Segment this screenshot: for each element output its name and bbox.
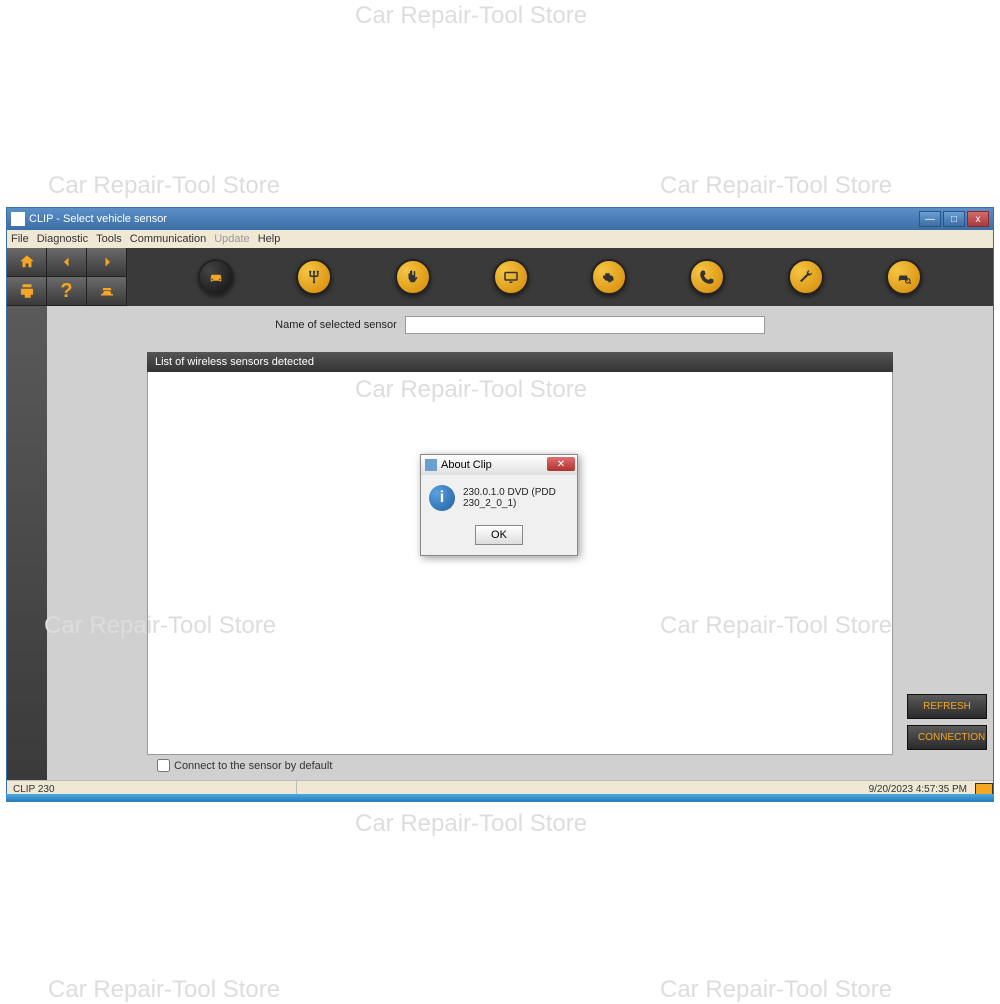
dialog-message: 230.0.1.0 DVD (PDD 230_2_0_1)	[463, 485, 569, 509]
nav-wrench-button[interactable]	[788, 259, 824, 295]
dialog-close-button[interactable]: ✕	[547, 457, 575, 471]
watermark: Car Repair-Tool Store	[355, 810, 587, 838]
engine-icon	[600, 268, 618, 286]
connection-button[interactable]: CONNECTION	[907, 725, 987, 750]
menu-update: Update	[214, 233, 249, 245]
windows-taskbar	[6, 794, 994, 802]
back-button[interactable]	[47, 248, 87, 277]
connect-default-label: Connect to the sensor by default	[174, 760, 332, 772]
menu-file[interactable]: File	[11, 233, 29, 245]
sensor-name-input[interactable]	[405, 316, 765, 334]
dialog-ok-button[interactable]: OK	[475, 525, 523, 545]
nav-vehicle-button[interactable]	[198, 259, 234, 295]
menu-diagnostic[interactable]: Diagnostic	[37, 233, 88, 245]
home-icon	[18, 253, 36, 271]
menubar: File Diagnostic Tools Communication Upda…	[7, 230, 993, 248]
help-button[interactable]: ?	[47, 277, 87, 306]
close-button[interactable]: x	[967, 211, 989, 227]
nav-engine-button[interactable]	[591, 259, 627, 295]
titlebar: CLIP - Select vehicle sensor — □ x	[7, 208, 993, 230]
watermark: Car Repair-Tool Store	[48, 172, 280, 200]
toolbar: ?	[7, 248, 993, 306]
about-dialog: About Clip ✕ i 230.0.1.0 DVD (PDD 230_2_…	[420, 454, 578, 556]
maximize-button[interactable]: □	[943, 211, 965, 227]
arrow-left-icon	[58, 253, 76, 271]
left-sidebar	[7, 306, 47, 780]
watermark: Car Repair-Tool Store	[355, 2, 587, 30]
arrow-right-icon	[98, 253, 116, 271]
menu-tools[interactable]: Tools	[96, 233, 122, 245]
print-button[interactable]	[7, 277, 47, 306]
sensor-tool-button[interactable]	[87, 277, 127, 306]
nav-screen-button[interactable]	[493, 259, 529, 295]
menu-communication[interactable]: Communication	[130, 233, 206, 245]
window-title: CLIP - Select vehicle sensor	[29, 213, 919, 225]
nav-transmission-button[interactable]	[296, 259, 332, 295]
app-icon	[11, 212, 25, 226]
menu-help[interactable]: Help	[258, 233, 281, 245]
nav-phone-button[interactable]	[689, 259, 725, 295]
screen-icon	[502, 268, 520, 286]
info-icon: i	[429, 485, 455, 511]
nav-touch-button[interactable]	[395, 259, 431, 295]
printer-icon	[18, 282, 36, 300]
forward-button[interactable]	[87, 248, 127, 277]
wrench-icon	[797, 268, 815, 286]
dialog-title: About Clip	[441, 459, 492, 471]
gearshift-icon	[305, 268, 323, 286]
vehicle-icon	[207, 268, 225, 286]
sensor-name-label: Name of selected sensor	[275, 319, 397, 331]
car-search-icon	[895, 268, 913, 286]
home-button[interactable]	[7, 248, 47, 277]
sensor-list-header: List of wireless sensors detected	[147, 352, 893, 372]
dialog-icon	[425, 459, 437, 471]
connect-default-checkbox[interactable]	[157, 759, 170, 772]
minimize-button[interactable]: —	[919, 211, 941, 227]
phone-icon	[698, 268, 716, 286]
diagnostic-icon	[98, 282, 116, 300]
watermark: Car Repair-Tool Store	[660, 172, 892, 200]
refresh-button[interactable]: REFRESH	[907, 694, 987, 719]
hand-icon	[404, 268, 422, 286]
sensor-list[interactable]	[147, 372, 893, 755]
nav-locate-button[interactable]	[886, 259, 922, 295]
